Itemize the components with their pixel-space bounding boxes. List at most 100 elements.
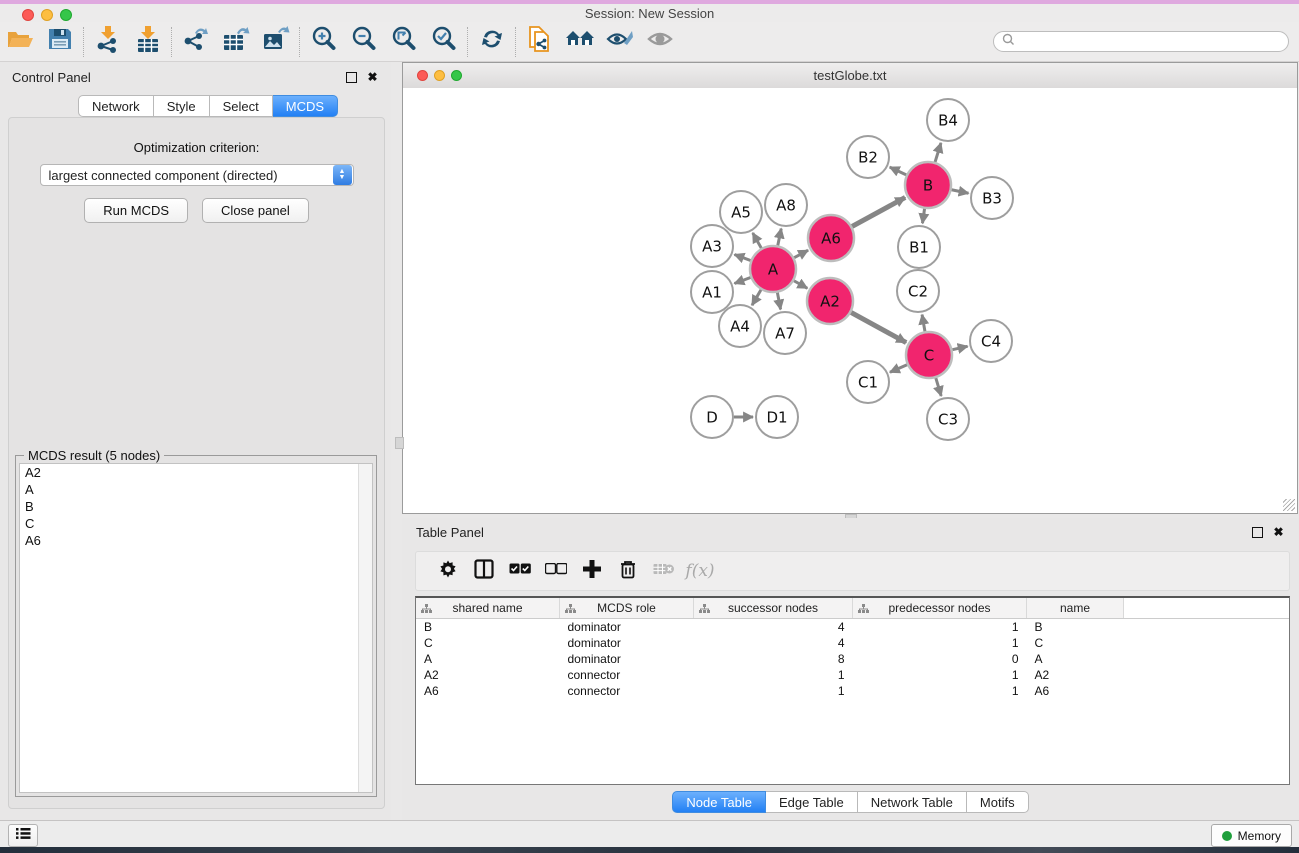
close-panel-button[interactable]: ✖ — [366, 71, 379, 84]
cell-name[interactable]: A — [1027, 651, 1124, 667]
zoom-fit-button[interactable] — [384, 25, 424, 59]
table-row[interactable]: A6connector11A6 — [416, 683, 1289, 699]
deselect-all-columns-button[interactable] — [538, 556, 574, 586]
result-item[interactable]: A6 — [20, 532, 372, 549]
cell-name[interactable]: A6 — [1027, 683, 1124, 699]
import-network-button[interactable] — [88, 25, 128, 59]
node-B[interactable]: B — [905, 162, 951, 208]
network-graph[interactable]: B4B2BB3A5A8A6A3B1AA1C2A2A4A7C4CC1C3DD1 — [403, 88, 1297, 513]
close-table-panel-button[interactable]: ✖ — [1272, 526, 1285, 539]
result-item[interactable]: C — [20, 515, 372, 532]
cell-MCDS-role[interactable]: dominator — [560, 651, 694, 667]
cell-shared-name[interactable]: C — [416, 635, 560, 651]
export-network-button[interactable] — [176, 25, 216, 59]
network-canvas[interactable]: B4B2BB3A5A8A6A3B1AA1C2A2A4A7C4CC1C3DD1 — [403, 88, 1297, 513]
table-row[interactable]: A2connector11A2 — [416, 667, 1289, 683]
tab-edge-table[interactable]: Edge Table — [766, 791, 858, 813]
cell-MCDS-role[interactable]: dominator — [560, 635, 694, 651]
cell-MCDS-role[interactable]: connector — [560, 667, 694, 683]
column-header-name[interactable]: name — [1027, 598, 1124, 619]
delete-table-button[interactable] — [646, 556, 682, 586]
cell-name[interactable]: C — [1027, 635, 1124, 651]
apply-function-button[interactable]: f(x) — [682, 556, 718, 586]
node-table[interactable]: shared nameMCDS rolesuccessor nodesprede… — [415, 596, 1290, 785]
edge-A-A5[interactable] — [753, 233, 762, 248]
result-item[interactable]: A — [20, 481, 372, 498]
node-B4[interactable]: B4 — [927, 99, 969, 141]
edge-A-A4[interactable] — [752, 290, 761, 305]
show-details-button[interactable] — [640, 25, 680, 59]
float-panel-button[interactable] — [345, 71, 358, 84]
home-button[interactable] — [560, 25, 600, 59]
zoom-selected-button[interactable] — [424, 25, 464, 59]
node-A3[interactable]: A3 — [691, 225, 733, 267]
edge-C-C3[interactable] — [936, 378, 941, 396]
node-A2[interactable]: A2 — [807, 278, 853, 324]
node-D1[interactable]: D1 — [756, 396, 798, 438]
column-header-predecessor-nodes[interactable]: predecessor nodes — [853, 598, 1027, 619]
select-all-columns-button[interactable] — [502, 556, 538, 586]
cell-successor-nodes[interactable]: 4 — [694, 635, 853, 651]
edge-A-A6[interactable] — [794, 250, 808, 257]
table-row[interactable]: Cdominator41C — [416, 635, 1289, 651]
toggle-details-button[interactable] — [600, 25, 640, 59]
node-B2[interactable]: B2 — [847, 136, 889, 178]
cell-predecessor-nodes[interactable]: 1 — [853, 619, 1027, 636]
search-input[interactable] — [1020, 34, 1288, 50]
save-session-button[interactable] — [40, 25, 80, 59]
task-history-button[interactable] — [8, 824, 38, 847]
node-D[interactable]: D — [691, 396, 733, 438]
edge-B-B4[interactable] — [935, 143, 941, 162]
node-A5[interactable]: A5 — [720, 191, 762, 233]
node-A7[interactable]: A7 — [764, 312, 806, 354]
resize-grip[interactable] — [1283, 499, 1295, 511]
open-session-button[interactable] — [0, 25, 40, 59]
edge-B-B3[interactable] — [952, 190, 969, 193]
cell-shared-name[interactable]: A2 — [416, 667, 560, 683]
delete-column-button[interactable] — [610, 556, 646, 586]
table-row[interactable]: Bdominator41B — [416, 619, 1289, 636]
close-panel-button-mcds[interactable]: Close panel — [202, 198, 309, 223]
cell-name[interactable]: B — [1027, 619, 1124, 636]
edge-A2-C[interactable] — [851, 312, 906, 342]
node-C3[interactable]: C3 — [927, 398, 969, 440]
edge-A6-B[interactable] — [852, 197, 905, 226]
refresh-button[interactable] — [472, 25, 512, 59]
edge-A-A1[interactable] — [734, 277, 750, 283]
edge-B-B1[interactable] — [922, 209, 924, 223]
table-row[interactable]: Adominator80A — [416, 651, 1289, 667]
export-image-button[interactable] — [256, 25, 296, 59]
create-column-button[interactable] — [574, 556, 610, 586]
node-A1[interactable]: A1 — [691, 271, 733, 313]
result-scrollbar[interactable] — [358, 464, 372, 792]
import-table-button[interactable] — [128, 25, 168, 59]
mcds-result-list[interactable]: A2ABCA6 — [19, 463, 373, 793]
cell-successor-nodes[interactable]: 1 — [694, 667, 853, 683]
edge-C-C1[interactable] — [890, 365, 907, 373]
edge-B-B2[interactable] — [890, 167, 907, 175]
edge-A-A7[interactable] — [777, 293, 780, 310]
zoom-out-button[interactable] — [344, 25, 384, 59]
node-C4[interactable]: C4 — [970, 320, 1012, 362]
run-mcds-button[interactable]: Run MCDS — [84, 198, 188, 223]
float-table-panel-button[interactable] — [1251, 526, 1264, 539]
open-session-file-button[interactable] — [520, 25, 560, 59]
criterion-dropdown[interactable]: largest connected component (directed) ▲… — [40, 164, 354, 186]
node-B3[interactable]: B3 — [971, 177, 1013, 219]
node-C[interactable]: C — [906, 332, 952, 378]
cell-successor-nodes[interactable]: 4 — [694, 619, 853, 636]
result-item[interactable]: B — [20, 498, 372, 515]
column-header-successor-nodes[interactable]: successor nodes — [694, 598, 853, 619]
zoom-in-button[interactable] — [304, 25, 344, 59]
search-field[interactable] — [993, 31, 1289, 52]
cell-shared-name[interactable]: A — [416, 651, 560, 667]
node-A6[interactable]: A6 — [808, 215, 854, 261]
column-header-MCDS-role[interactable]: MCDS role — [560, 598, 694, 619]
node-A[interactable]: A — [750, 246, 796, 292]
tab-network[interactable]: Network — [78, 95, 154, 117]
cell-predecessor-nodes[interactable]: 0 — [853, 651, 1027, 667]
cell-MCDS-role[interactable]: connector — [560, 683, 694, 699]
node-B1[interactable]: B1 — [898, 226, 940, 268]
tab-style[interactable]: Style — [154, 95, 210, 117]
node-C2[interactable]: C2 — [897, 270, 939, 312]
